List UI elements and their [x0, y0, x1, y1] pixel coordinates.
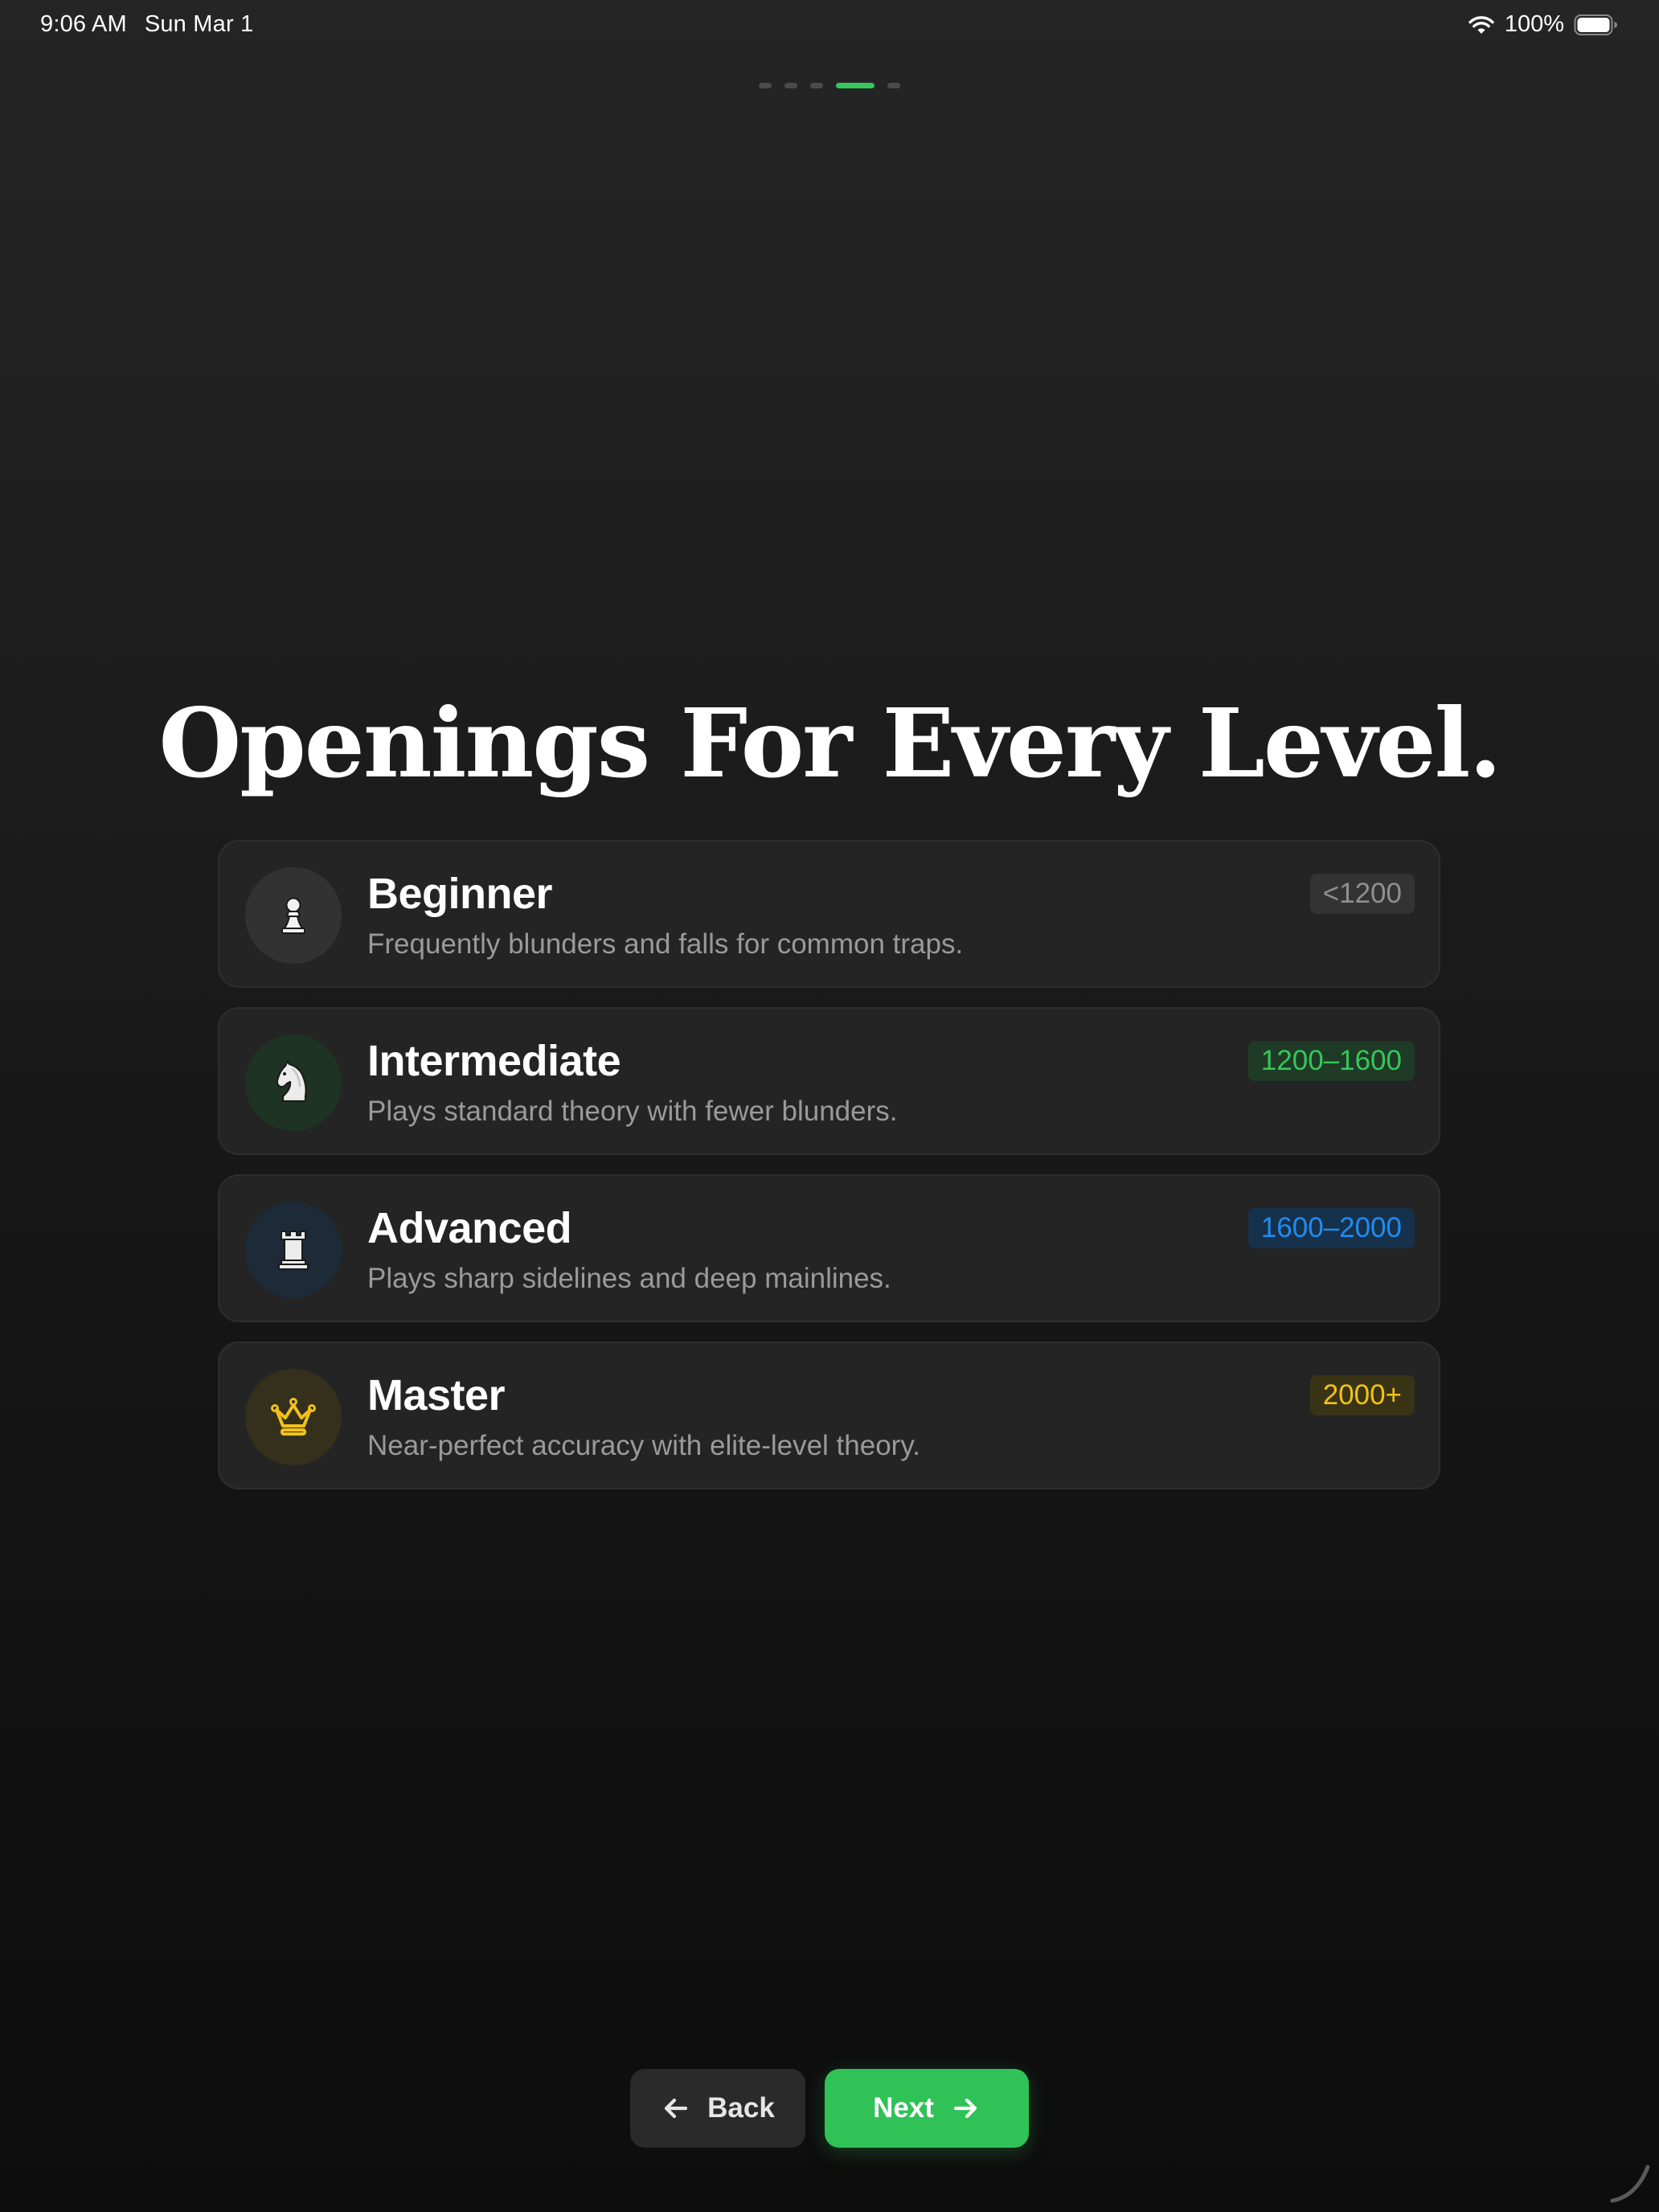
page-indicator	[0, 83, 1659, 88]
level-title: Master	[367, 1371, 506, 1419]
next-label: Next	[873, 2092, 934, 2124]
page-dot-active[interactable]	[836, 83, 875, 88]
level-title: Advanced	[367, 1204, 572, 1252]
rating-badge: 2000+	[1309, 1375, 1415, 1415]
wifi-icon	[1469, 15, 1494, 34]
level-title: Intermediate	[367, 1037, 621, 1085]
level-list: Beginner Frequently blunders and falls f…	[218, 840, 1440, 1489]
rating-badge: 1200–1600	[1247, 1041, 1415, 1081]
status-bar: 9:06 AM Sun Mar 1 100%	[0, 0, 1659, 51]
page-dot[interactable]	[887, 83, 900, 88]
level-description: Frequently blunders and falls for common…	[367, 928, 964, 960]
rating-badge: 1600–2000	[1247, 1208, 1415, 1248]
level-card-beginner[interactable]: Beginner Frequently blunders and falls f…	[218, 840, 1440, 988]
pawn-icon	[245, 867, 342, 964]
page-dot[interactable]	[759, 83, 772, 88]
next-button[interactable]: Next	[825, 2069, 1029, 2148]
status-date: Sun Mar 1	[144, 11, 254, 37]
arrow-left-icon	[665, 2098, 688, 2119]
status-right: 100%	[1468, 11, 1619, 38]
page-dot[interactable]	[784, 83, 797, 88]
knight-icon	[245, 1034, 342, 1131]
level-card-intermediate[interactable]: Intermediate Plays standard theory with …	[218, 1007, 1440, 1155]
arrow-right-icon	[953, 2098, 977, 2119]
scroll-indicator-icon	[1610, 2165, 1650, 2203]
crown-icon	[245, 1369, 342, 1465]
level-title: Beginner	[367, 870, 553, 918]
back-button[interactable]: Back	[630, 2069, 805, 2148]
rook-icon	[245, 1202, 342, 1298]
page-title: Openings For Every Level.	[158, 687, 1501, 799]
rating-badge: <1200	[1309, 874, 1415, 914]
level-card-master[interactable]: Master Near-perfect accuracy with elite-…	[218, 1342, 1440, 1489]
level-description: Near-perfect accuracy with elite-level t…	[367, 1430, 920, 1461]
battery-percent: 100%	[1504, 11, 1564, 37]
battery-icon	[1574, 14, 1617, 35]
status-time: 9:06 AM	[40, 11, 127, 37]
page-dot[interactable]	[810, 83, 823, 88]
status-left: 9:06 AM Sun Mar 1	[40, 11, 253, 38]
back-label: Back	[707, 2092, 775, 2124]
level-description: Plays standard theory with fewer blunder…	[367, 1096, 898, 1127]
level-card-advanced[interactable]: Advanced Plays sharp sidelines and deep …	[218, 1174, 1440, 1322]
level-description: Plays sharp sidelines and deep mainlines…	[367, 1263, 891, 1294]
